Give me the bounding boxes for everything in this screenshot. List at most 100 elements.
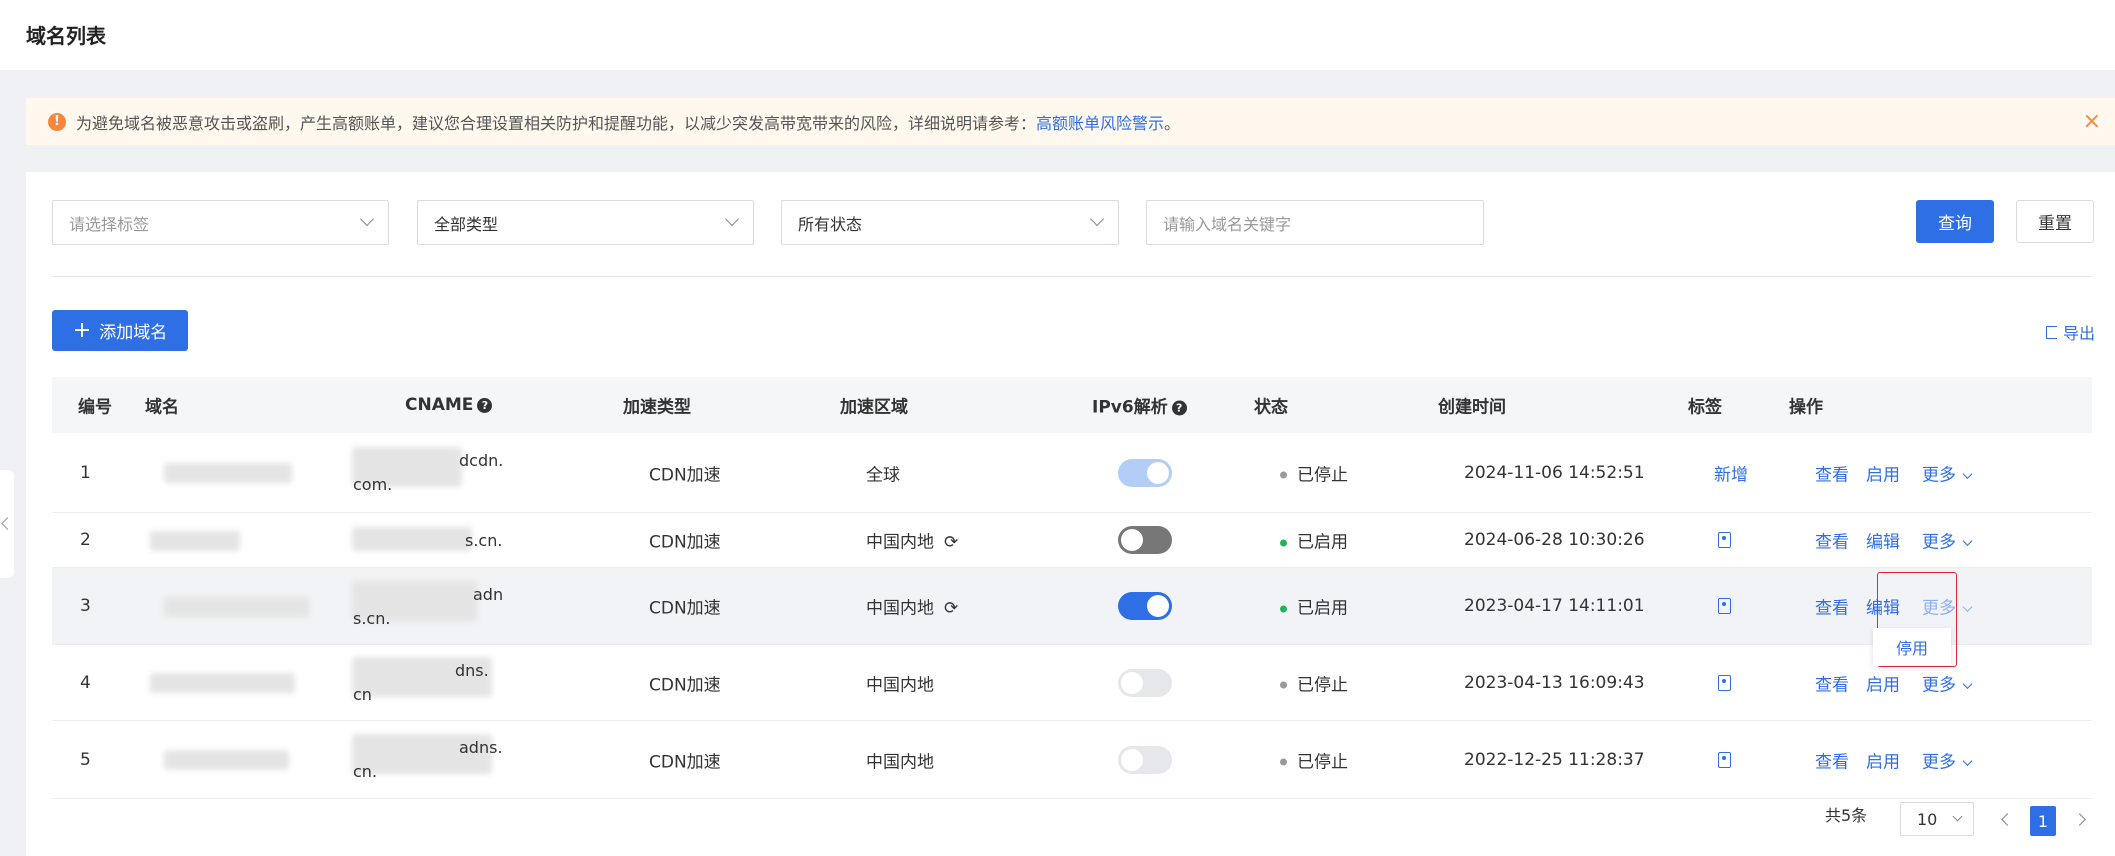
ipv6-toggle[interactable] bbox=[1118, 458, 1172, 487]
status-badge: 已启用 bbox=[1280, 594, 1348, 619]
created-time: 2023-04-17 14:11:01 bbox=[1464, 596, 1645, 616]
row-no: 4 bbox=[80, 672, 91, 693]
created-time: 2022-12-25 11:28:37 bbox=[1464, 749, 1645, 770]
toggle-knob bbox=[1121, 748, 1143, 771]
table-body: 1 dcdn. com. CDN加速 全球 已停止 2024-11-06 14:… bbox=[52, 433, 2092, 799]
ipv6-toggle[interactable] bbox=[1118, 526, 1172, 554]
domain-redacted[interactable] bbox=[164, 596, 309, 617]
accel-type: CDN加速 bbox=[649, 675, 721, 695]
type-select[interactable]: 全部类型 bbox=[417, 200, 754, 245]
table-row: 3 adn s.cn. CDN加速 中国内地 ⟳ 已启用 2023-04-17 1… bbox=[52, 568, 2092, 645]
view-link[interactable]: 查看 bbox=[1815, 460, 1849, 485]
chevron-down-icon bbox=[1089, 211, 1105, 227]
ipv6-toggle[interactable] bbox=[1118, 745, 1172, 774]
domain-redacted[interactable] bbox=[164, 463, 292, 483]
row-no: 3 bbox=[80, 596, 91, 616]
header-region: 加速区域 bbox=[840, 397, 908, 418]
tag-icon[interactable] bbox=[1718, 751, 1731, 768]
page-size-value: 10 bbox=[1917, 809, 1938, 829]
toggle-knob bbox=[1121, 671, 1143, 694]
type-select-value: 全部类型 bbox=[434, 214, 499, 234]
top-bar: 域名列表 bbox=[0, 0, 2115, 70]
refresh-icon[interactable]: ⟳ bbox=[944, 533, 958, 553]
domain-table: 编号 域名 CNAME? 加速类型 加速区域 IPv6解析? 状态 创建时间 标… bbox=[52, 377, 2092, 799]
view-link[interactable]: 查看 bbox=[1815, 594, 1849, 619]
page-size-select[interactable]: 10 bbox=[1900, 802, 1974, 836]
more-label: 更多 bbox=[1922, 675, 1956, 695]
more-dropdown[interactable]: 更多 bbox=[1922, 747, 1973, 772]
accel-region: 中国内地 bbox=[866, 747, 934, 772]
status-text: 已停止 bbox=[1297, 752, 1348, 772]
status-badge: 已停止 bbox=[1280, 747, 1348, 772]
domain-redacted[interactable] bbox=[164, 750, 289, 770]
cname-suffix: dcdn. bbox=[459, 451, 504, 470]
more-dropdown[interactable]: 更多 bbox=[1922, 460, 1973, 485]
table-header: 编号 域名 CNAME? 加速类型 加速区域 IPv6解析? 状态 创建时间 标… bbox=[52, 377, 2092, 433]
tag-icon[interactable] bbox=[1718, 532, 1731, 548]
status-dot-icon bbox=[1280, 681, 1287, 689]
more-label: 更多 bbox=[1922, 532, 1956, 553]
edit-link[interactable]: 编辑 bbox=[1866, 528, 1900, 553]
reset-button[interactable]: 重置 bbox=[2016, 200, 2094, 243]
status-text: 已启用 bbox=[1297, 532, 1348, 553]
tag-icon[interactable] bbox=[1718, 674, 1731, 691]
cname-suffix: s.cn. bbox=[465, 530, 503, 550]
status-dot-icon bbox=[1280, 539, 1287, 546]
status-badge: 已停止 bbox=[1280, 460, 1348, 485]
header-domain: 域名 bbox=[145, 397, 179, 418]
help-icon[interactable]: ? bbox=[477, 397, 493, 413]
more-dropdown[interactable]: 更多 bbox=[1922, 528, 1973, 553]
accel-region-label: 中国内地 bbox=[866, 675, 934, 695]
status-select[interactable]: 所有状态 bbox=[781, 200, 1119, 245]
chevron-down-icon bbox=[1962, 536, 1973, 546]
page-button-current[interactable]: 1 bbox=[2030, 806, 2056, 836]
ipv6-toggle[interactable] bbox=[1118, 592, 1172, 620]
domain-redacted[interactable] bbox=[150, 530, 240, 551]
sidebar-collapse-handle[interactable] bbox=[0, 470, 14, 578]
tag-icon[interactable] bbox=[1718, 598, 1731, 614]
cname-line2: cn bbox=[353, 685, 372, 704]
header-created: 创建时间 bbox=[1438, 397, 1506, 418]
created-time: 2023-04-13 16:09:43 bbox=[1464, 672, 1645, 693]
add-domain-label: 添加域名 bbox=[99, 323, 168, 343]
cname-suffix: dns. bbox=[455, 661, 489, 680]
keyword-search-input[interactable]: 请输入域名关键字 bbox=[1146, 200, 1484, 245]
status-text: 已启用 bbox=[1297, 598, 1348, 619]
enable-link[interactable]: 启用 bbox=[1866, 670, 1900, 695]
help-icon[interactable]: ? bbox=[1171, 400, 1187, 415]
add-tag-link[interactable]: 新增 bbox=[1714, 460, 1748, 485]
domain-list-panel: 请选择标签 全部类型 所有状态 请输入域名关键字 查询 重置 + 添加域名 导出… bbox=[26, 172, 2115, 856]
accel-region-label: 中国内地 bbox=[866, 598, 934, 619]
more-menu-item-disable[interactable]: 停用 bbox=[1873, 628, 1951, 666]
status-dot-icon bbox=[1280, 758, 1287, 766]
chevron-down-icon bbox=[1952, 811, 1963, 822]
add-domain-button[interactable]: + 添加域名 bbox=[52, 310, 188, 351]
notice-link[interactable]: 高额账单风险警示 bbox=[1036, 110, 1164, 134]
close-icon[interactable]: × bbox=[2083, 109, 2101, 134]
more-label: 更多 bbox=[1922, 465, 1956, 485]
view-link[interactable]: 查看 bbox=[1815, 747, 1849, 772]
warning-icon: ! bbox=[48, 112, 66, 131]
query-button[interactable]: 查询 bbox=[1916, 200, 1994, 243]
more-dropdown[interactable]: 更多 bbox=[1922, 670, 1973, 695]
view-link[interactable]: 查看 bbox=[1815, 528, 1849, 553]
pagination-total: 共5条 bbox=[1825, 806, 1868, 825]
tag-select[interactable]: 请选择标签 bbox=[52, 200, 389, 245]
domain-redacted[interactable] bbox=[150, 673, 295, 693]
enable-link[interactable]: 启用 bbox=[1866, 460, 1900, 485]
accel-region-label: 中国内地 bbox=[866, 752, 934, 772]
tag-select-placeholder: 请选择标签 bbox=[69, 214, 150, 234]
enable-link[interactable]: 启用 bbox=[1866, 747, 1900, 772]
chevron-down-icon bbox=[359, 211, 375, 227]
status-badge: 已停止 bbox=[1280, 670, 1348, 695]
view-link[interactable]: 查看 bbox=[1815, 670, 1849, 695]
cname-line2: s.cn. bbox=[353, 608, 391, 628]
created-time: 2024-11-06 14:52:51 bbox=[1464, 462, 1645, 483]
export-button[interactable]: 导出 bbox=[2045, 320, 2095, 344]
ipv6-toggle[interactable] bbox=[1118, 668, 1172, 697]
refresh-icon[interactable]: ⟳ bbox=[944, 599, 958, 619]
accel-region: 中国内地 ⟳ bbox=[866, 594, 958, 619]
header-cname-label: CNAME bbox=[405, 395, 474, 415]
status-select-value: 所有状态 bbox=[798, 214, 863, 234]
chevron-down-icon bbox=[1962, 468, 1973, 479]
